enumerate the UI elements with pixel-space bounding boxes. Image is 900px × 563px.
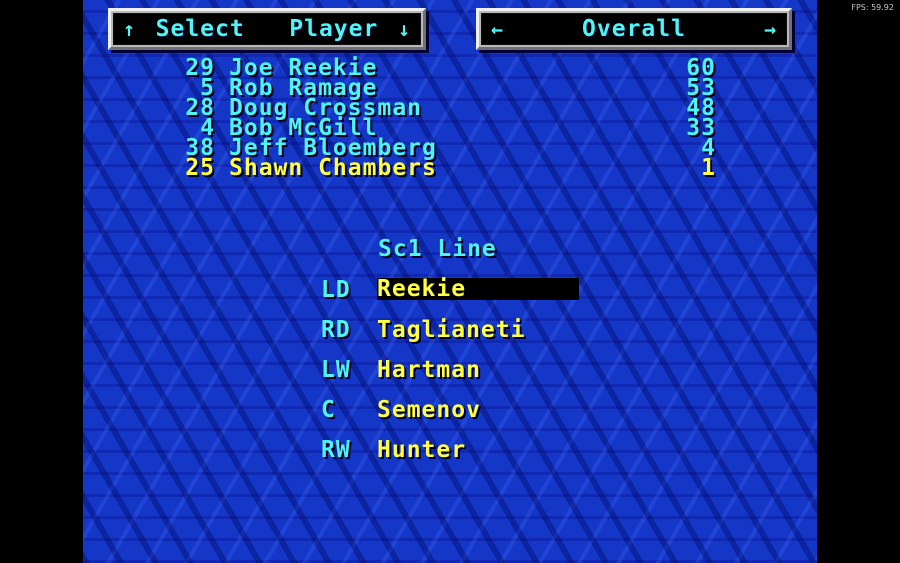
player-roster-list: 29 Joe Reekie 60 5 Rob Ramage 53 28 Doug… [171,57,716,181]
line-assignments: LD Reekie RD Taglianeti LW Hartman C Sem… [321,278,579,478]
player-rating: 1 [701,155,716,181]
position-label: RW [321,437,351,463]
player-number: 25 [185,155,215,181]
position-label: LW [321,357,351,383]
assigned-player: Hartman [377,357,481,383]
stat-category-label: Overall [582,16,686,42]
line-slot-c[interactable]: C Semenov [321,398,579,438]
assigned-player: Semenov [377,397,481,423]
player-name: Shawn Chambers [229,155,437,181]
line-slot-rd[interactable]: RD Taglianeti [321,318,579,358]
position-label: RD [321,317,351,343]
assigned-player: Hunter [377,437,467,463]
roster-row-selected[interactable]: 25 Shawn Chambers 1 [171,155,716,181]
stat-category-selector[interactable]: ← Overall → [476,8,792,50]
arrow-up-icon[interactable]: ↑ [123,17,136,41]
arrow-right-icon[interactable]: → [764,17,777,41]
fps-counter: FPS: 59.92 [851,3,894,12]
assigned-player: Taglianeti [377,317,526,343]
position-label: LD [321,277,351,303]
arrow-left-icon[interactable]: ← [491,17,504,41]
position-label: C [321,397,336,423]
select-player-label: Select Player [155,16,379,42]
game-screen: ↑ Select Player ↓ ← Overall → 29 Joe Ree… [83,0,817,563]
line-slot-ld[interactable]: LD Reekie [321,278,579,318]
select-player-selector[interactable]: ↑ Select Player ↓ [108,8,426,50]
line-title: Sc1 Line [378,236,497,262]
line-slot-lw[interactable]: LW Hartman [321,358,579,398]
assigned-player: Reekie [377,278,579,301]
line-slot-rw[interactable]: RW Hunter [321,438,579,478]
arrow-down-icon[interactable]: ↓ [398,17,411,41]
